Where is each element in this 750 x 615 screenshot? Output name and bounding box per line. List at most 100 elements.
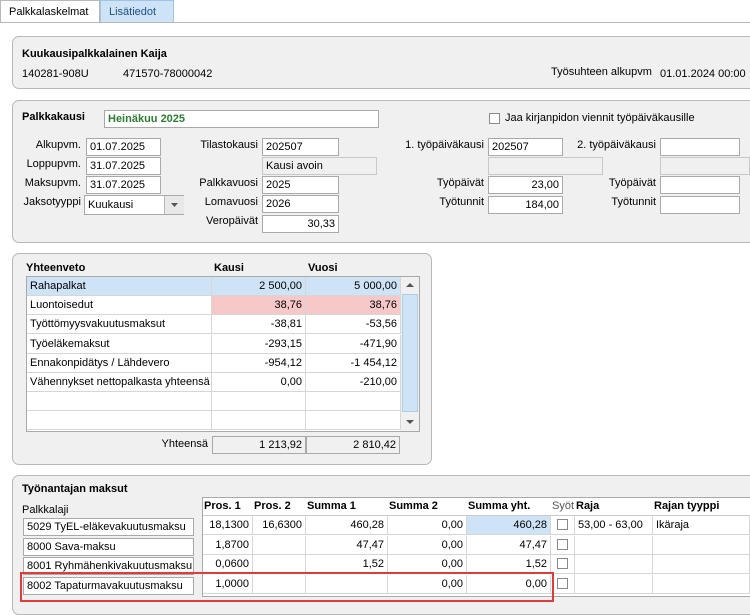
employer-header-5: Summa yht. (468, 500, 531, 512)
employer-row-value[interactable]: 47,47 (306, 535, 388, 555)
tyotunnit2-label: Työtunnit (611, 196, 656, 208)
summary-total-label: Yhteensä (161, 438, 208, 450)
summary-row-kausi: -293,15 (212, 334, 306, 354)
summary-row-kausi: -954,12 (212, 353, 306, 373)
employer-row-syotto-checkbox[interactable] (557, 577, 568, 589)
jaksotyyppi-value: Kuukausi (88, 199, 134, 211)
summary-row-name (27, 411, 212, 431)
employer-row-value[interactable]: 16,6300 (253, 516, 306, 535)
summary-scroll-up[interactable] (401, 277, 419, 293)
employer-row-raja[interactable] (575, 555, 653, 574)
summary-row-vuosi: -210,00 (306, 373, 401, 392)
employer-row-value[interactable]: 18,1300 (203, 516, 253, 535)
tyotunnit2-field[interactable] (660, 196, 740, 214)
employer-row-rajan-tyyppi[interactable] (653, 574, 750, 594)
employer-row-value[interactable]: 1,8700 (203, 535, 253, 555)
employer-row-syotto-checkbox[interactable] (557, 519, 568, 530)
employer-row-raja[interactable] (575, 535, 653, 555)
tpk2-status (660, 157, 750, 175)
employee-name: Kuukausipalkkalainen Kaija (22, 48, 167, 60)
tilastokausi-field[interactable]: 202507 (262, 138, 339, 156)
tyotunnit1-label: Työtunnit (439, 196, 484, 208)
employer-row-value[interactable]: 0,00 (388, 516, 467, 535)
highlight-box (20, 572, 554, 602)
tpk2-field[interactable] (660, 138, 740, 156)
summary-scroll-down[interactable] (401, 414, 419, 430)
summary-row-kausi: 2 500,00 (212, 277, 306, 296)
employer-row-value[interactable]: 47,47 (467, 535, 551, 555)
employer-row-value[interactable]: 0,00 (388, 535, 467, 555)
employer-row-syotto-checkbox[interactable] (557, 538, 568, 550)
employer-row-raja[interactable] (575, 574, 653, 594)
summary-scroll-thumb[interactable] (402, 294, 418, 412)
maksupvm-label: Maksupvm. (24, 177, 81, 189)
veropaivat-label: Veropäivät (206, 215, 258, 227)
kirjanpito-label: Jaa kirjanpidon viennit työpäiväkausille (505, 112, 695, 124)
tyotunnit1-field[interactable]: 184,00 (488, 196, 563, 214)
tab-lisatiedot[interactable]: Lisätiedot (100, 0, 174, 22)
palkkakausi-label: Palkkakausi (22, 111, 85, 123)
summary-row-name: Luontoisedut (27, 296, 212, 316)
alkupvm-field[interactable]: 01.07.2025 (86, 138, 161, 156)
arrow-up-icon (406, 283, 414, 287)
loppupvm-field[interactable]: 31.07.2025 (86, 157, 161, 175)
arrow-down-icon (406, 420, 414, 424)
jaksotyyppi-dropdown-button[interactable] (164, 196, 184, 214)
summary-row-vuosi (306, 392, 401, 412)
summary-total-vuosi: 2 810,42 (306, 436, 400, 454)
summary-total-kausi: 1 213,92 (212, 436, 306, 454)
tyopaivat2-field[interactable] (660, 176, 740, 194)
employer-header-1: Pros. 1 (204, 500, 241, 512)
employer-header-6: Syöttö (552, 500, 574, 512)
veropaivat-field[interactable]: 30,33 (262, 215, 339, 233)
tyopaivat1-label: Työpäivät (436, 177, 484, 189)
employer-row-rajan-tyyppi[interactable] (653, 535, 750, 555)
employer-header-7: Raja (576, 500, 600, 512)
employer-row-name[interactable]: 8000 Sava-maksu (23, 537, 194, 556)
summary-row-kausi: 0,00 (212, 373, 306, 392)
tilastokausi-label: Tilastokausi (200, 139, 258, 151)
alkupvm-label: Alkupvm. (35, 139, 81, 151)
summary-title: Yhteenveto (26, 262, 86, 274)
employer-header-3: Summa 1 (307, 500, 356, 512)
palkkakausi-field[interactable]: Heinäkuu 2025 (104, 110, 379, 128)
kirjanpito-checkbox[interactable] (489, 113, 500, 124)
employer-row-rajan-tyyppi[interactable] (653, 555, 750, 574)
summary-row-name: Vähennykset nettopalkasta yhteensä (27, 373, 212, 392)
tab-palkkalaskelmat[interactable]: Palkkalaskelmat (0, 0, 100, 22)
summary-row-vuosi: -1 454,12 (306, 353, 401, 373)
summary-row-name: Ennakonpidätys / Lähdevero (27, 353, 212, 373)
employer-row-syotto-checkbox[interactable] (557, 558, 568, 569)
employer-header-8: Rajan tyyppi (654, 500, 720, 512)
summary-row-kausi (212, 411, 306, 431)
employer-row-value[interactable] (253, 535, 306, 555)
employer-header-2: Pros. 2 (254, 500, 291, 512)
summary-col-kausi: Kausi (214, 262, 244, 274)
loppupvm-label: Loppupvm. (26, 158, 81, 170)
palkkavuosi-field[interactable]: 2025 (262, 176, 339, 194)
chevron-down-icon (171, 203, 178, 207)
summary-row-vuosi: -53,56 (306, 315, 401, 335)
tpk1-label: 1. työpäiväkausi (405, 139, 484, 151)
tyopaivat2-label: Työpäivät (608, 177, 656, 189)
summary-row-name (27, 392, 212, 412)
employer-row-rajan-tyyppi[interactable]: Ikäraja (653, 516, 750, 535)
tyopaivat1-field[interactable]: 23,00 (488, 176, 563, 194)
lomavuosi-label: Lomavuosi (204, 196, 258, 208)
tpk1-field[interactable]: 202507 (488, 138, 563, 156)
employer-row-value[interactable]: 460,28 (467, 516, 551, 535)
kausi-status: Kausi avoin (262, 157, 377, 175)
maksupvm-field[interactable]: 31.07.2025 (86, 176, 161, 194)
summary-row-name: Työeläkemaksut (27, 334, 212, 354)
lomavuosi-field[interactable]: 2026 (262, 195, 339, 213)
summary-row-vuosi (306, 411, 401, 431)
summary-col-vuosi: Vuosi (308, 262, 338, 274)
jaksotyyppi-label: Jaksotyyppi (23, 196, 81, 208)
palkkavuosi-label: Palkkavuosi (199, 177, 258, 189)
employee-ssn: 140281-908U (22, 68, 89, 80)
employer-row-value[interactable]: 460,28 (306, 516, 388, 535)
tpk1-status (488, 157, 603, 175)
summary-row-vuosi: 5 000,00 (306, 277, 401, 296)
employer-row-raja[interactable]: 53,00 - 63,00 (575, 516, 653, 535)
employer-row-name[interactable]: 5029 TyEL-eläkevakuutusmaksu (23, 518, 194, 536)
